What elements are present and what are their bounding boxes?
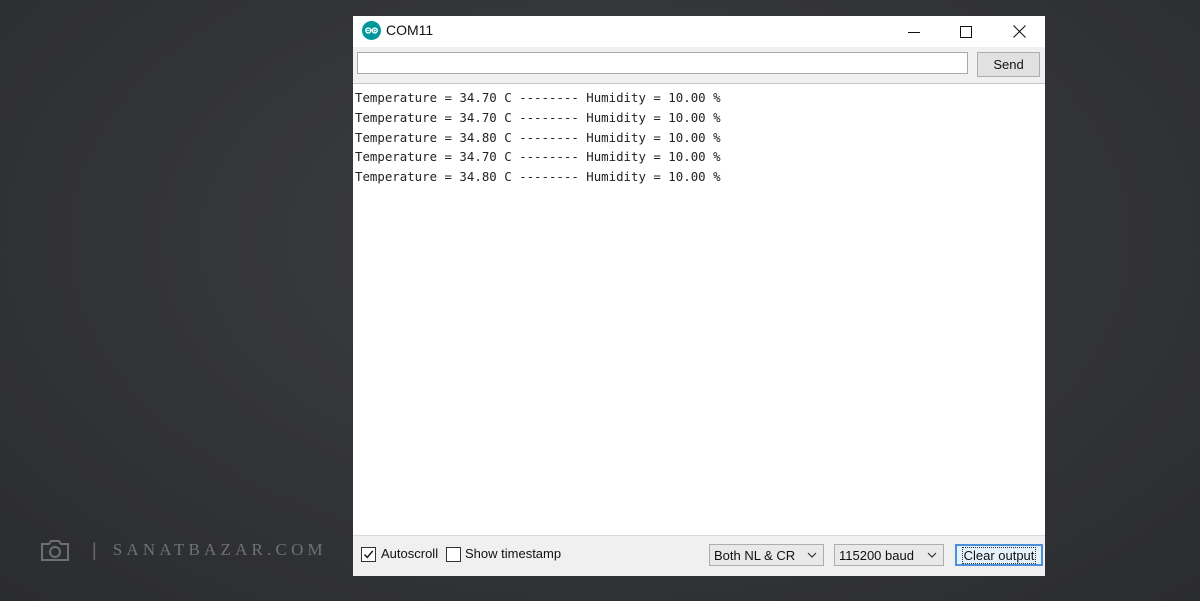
autoscroll-checkbox[interactable] <box>361 547 376 562</box>
show-timestamp-label[interactable]: Show timestamp <box>465 546 561 561</box>
title-bar: COM11 <box>353 16 1045 47</box>
line-ending-select[interactable]: Both NL & CR <box>709 544 824 566</box>
send-row: Send <box>353 47 1045 83</box>
clear-output-label: Clear output <box>961 546 1037 564</box>
maximize-icon <box>960 25 972 38</box>
minimize-button[interactable] <box>891 16 937 47</box>
close-icon <box>1012 25 1026 38</box>
watermark-separator: | <box>92 539 97 560</box>
baud-rate-select[interactable]: 115200 baud <box>834 544 944 566</box>
chevron-down-icon <box>927 552 937 558</box>
watermark-site: SANATBAZAR.COM <box>112 540 327 559</box>
checkmark-icon <box>363 550 374 559</box>
watermark: | SANATBAZAR.COM <box>40 535 327 565</box>
output-line: Temperature = 34.70 C -------- Humidity … <box>355 90 721 105</box>
minimize-icon <box>908 31 920 33</box>
camera-icon <box>41 540 69 561</box>
send-button[interactable]: Send <box>977 52 1040 77</box>
maximize-button[interactable] <box>943 16 989 47</box>
chevron-down-icon <box>807 552 817 558</box>
clear-output-button[interactable]: Clear output <box>955 544 1043 566</box>
show-timestamp-checkbox[interactable] <box>446 547 461 562</box>
close-button[interactable] <box>996 16 1042 47</box>
serial-input[interactable] <box>357 52 968 74</box>
output-line: Temperature = 34.80 C -------- Humidity … <box>355 130 721 145</box>
line-ending-value: Both NL & CR <box>714 547 796 563</box>
status-bar: Autoscroll Show timestamp Both NL & CR 1… <box>353 535 1045 576</box>
arduino-logo-icon <box>362 21 381 40</box>
output-line: Temperature = 34.80 C -------- Humidity … <box>355 169 721 184</box>
serial-output[interactable]: Temperature = 34.70 C -------- Humidity … <box>353 83 1045 535</box>
output-line: Temperature = 34.70 C -------- Humidity … <box>355 110 721 125</box>
output-line: Temperature = 34.70 C -------- Humidity … <box>355 149 721 164</box>
baud-rate-value: 115200 baud <box>839 547 914 563</box>
autoscroll-label[interactable]: Autoscroll <box>381 546 438 561</box>
serial-monitor-window: COM11 Send Temperature = 34.70 C -------… <box>353 16 1045 576</box>
window-title: COM11 <box>386 22 434 38</box>
